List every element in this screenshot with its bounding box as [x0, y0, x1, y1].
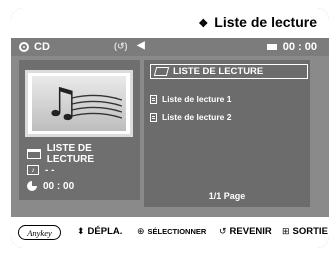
- time-indicator: 00 : 00: [266, 41, 317, 53]
- list-item-label: Liste de lecture 1: [162, 94, 232, 104]
- list-item-label: Liste de lecture 2: [162, 112, 232, 122]
- clock-icon: [27, 181, 37, 191]
- status-bar: CD (↺) ◀ 00 : 00: [11, 38, 329, 56]
- return-label: REVENIR: [229, 226, 272, 237]
- staff-lines-icon: [72, 94, 122, 119]
- header-bar: ❖ Liste de lecture: [11, 8, 329, 38]
- folder-row: LISTE DE LECTURE: [27, 143, 140, 165]
- list-item-label: LISTE DE LECTURE: [173, 66, 264, 77]
- status-time: 00 : 00: [282, 41, 317, 53]
- playlist-pane: LISTE DE LECTURE Liste de lecture 1 List…: [144, 60, 310, 207]
- return-hint: ↺ REVENIR: [219, 226, 272, 237]
- list-item-folder-selected[interactable]: LISTE DE LECTURE: [150, 64, 308, 79]
- display-icon: [266, 44, 277, 50]
- playlist-file-icon: [150, 94, 157, 104]
- page-indicator: 1/1 Page: [208, 191, 246, 201]
- anykey-button[interactable]: Anykey: [18, 225, 61, 240]
- info-pane: ♫ LISTE DE LECTURE ♪ - - 00 : 00: [19, 60, 140, 200]
- select-label: SÉLECTIONNER: [147, 227, 207, 236]
- media-indicator: CD: [19, 41, 50, 53]
- open-folder-icon: [153, 67, 170, 76]
- select-hint: ⊕ SÉLECTIONNER: [137, 226, 206, 237]
- footer-bar: Anykey ⬍ DÉPLA. ⊕ SÉLECTIONNER ↺ REVENIR…: [11, 217, 329, 248]
- diamond-icon: ❖: [198, 18, 209, 30]
- move-label: DÉPLA.: [87, 226, 123, 237]
- album-art: ♫: [25, 70, 133, 137]
- exit-label: SORTIE: [292, 226, 328, 237]
- page-title-text: Liste de lecture: [214, 14, 317, 30]
- page-title: ❖ Liste de lecture: [198, 14, 317, 30]
- exit-icon: ⊞: [282, 226, 290, 236]
- music-art-image: ♫: [32, 76, 126, 131]
- enter-icon: ⊕: [137, 226, 145, 236]
- move-hint: ⬍ DÉPLA.: [77, 226, 122, 237]
- disc-icon: [19, 42, 29, 52]
- media-label: CD: [34, 41, 50, 53]
- playlist-file-icon: [150, 112, 157, 122]
- repeat-icon: (↺): [114, 41, 128, 51]
- return-icon: ↺: [219, 226, 227, 236]
- up-down-arrows-icon: ⬍: [77, 226, 85, 236]
- folder-label: LISTE DE LECTURE: [46, 143, 95, 165]
- elapsed-time: 00 : 00: [43, 180, 75, 192]
- speaker-icon: ◀: [137, 40, 145, 51]
- list-item-playlist-1[interactable]: Liste de lecture 1: [150, 92, 231, 106]
- folder-icon: [27, 149, 41, 159]
- track-number: - -: [45, 164, 55, 176]
- track-info: LISTE DE LECTURE ♪ - - 00 : 00: [27, 143, 140, 194]
- exit-hint: ⊞ SORTIE: [282, 226, 328, 237]
- music-note-small-icon: ♪: [27, 165, 39, 175]
- list-item-playlist-2[interactable]: Liste de lecture 2: [150, 110, 231, 124]
- dvd-screen: ❖ Liste de lecture CD (↺) ◀ 00 : 00 ♫ LI…: [11, 8, 329, 248]
- time-row: 00 : 00: [27, 178, 140, 194]
